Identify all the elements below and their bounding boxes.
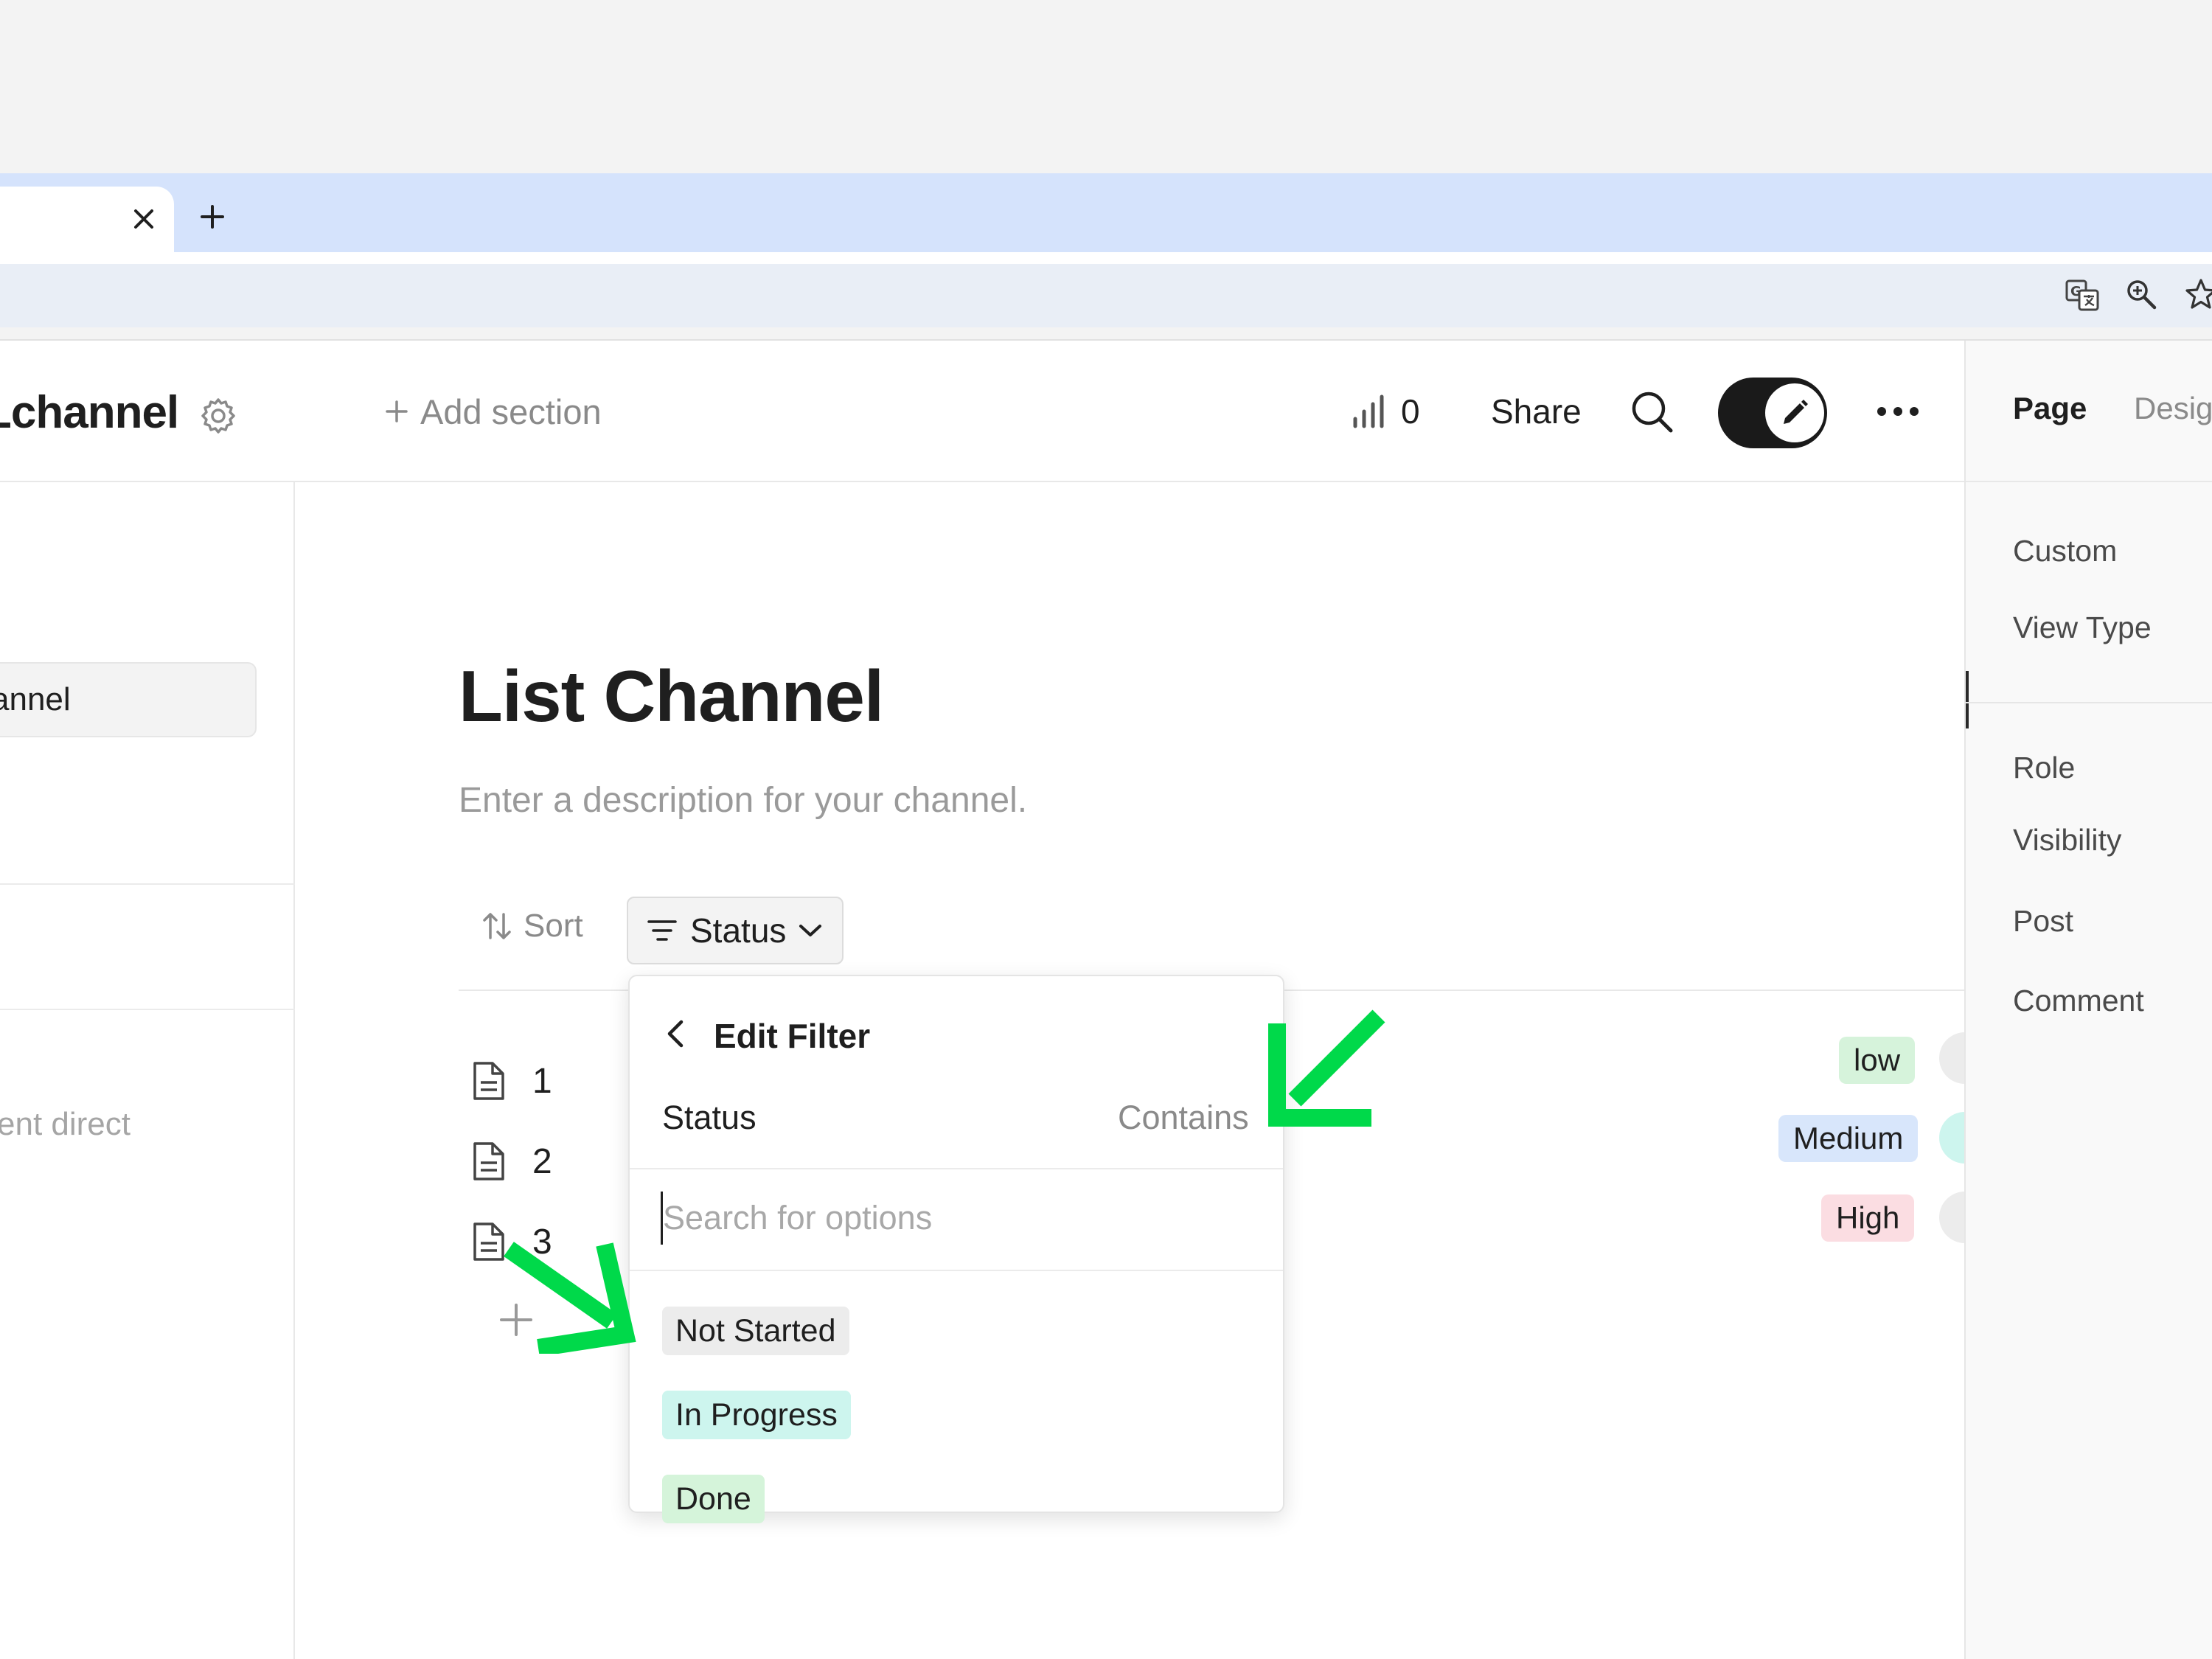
- status-badge-partial[interactable]: [1939, 1192, 1966, 1243]
- add-section-label: Add section: [420, 392, 602, 431]
- edit-filter-dropdown: Edit Filter Status Contains Not Started …: [628, 975, 1284, 1523]
- app-window: Lchannel Add section 0 Share annel cen: [0, 339, 2212, 1659]
- panel-resize-handle[interactable]: [1966, 671, 1969, 728]
- translate-icon[interactable]: G: [2065, 277, 2100, 313]
- priority-badge[interactable]: High: [1821, 1194, 1915, 1242]
- tab-page[interactable]: Page: [2013, 391, 2087, 426]
- priority-badge[interactable]: low: [1839, 1037, 1916, 1084]
- panel-divider: [1966, 702, 2212, 703]
- new-tab-icon[interactable]: [193, 198, 232, 236]
- sidebar-item-label: annel: [0, 681, 71, 717]
- document-icon: [473, 1062, 504, 1100]
- panel-item-view-type[interactable]: View Type: [2013, 611, 2152, 645]
- annotation-arrow-icon: [1268, 1009, 1386, 1127]
- bookmark-star-icon[interactable]: [2184, 277, 2212, 311]
- zoom-icon[interactable]: [2125, 278, 2157, 310]
- sidebar-divider: [0, 883, 295, 885]
- row-title: 2: [532, 1141, 552, 1181]
- dropdown-divider: [630, 1270, 1283, 1271]
- edit-toggle-knob: [1765, 383, 1824, 442]
- list-row[interactable]: 1: [470, 1057, 552, 1105]
- page-title[interactable]: List Channel: [459, 655, 884, 738]
- search-icon[interactable]: [1630, 389, 1675, 435]
- filter-operator-select[interactable]: Contains: [1118, 1099, 1249, 1137]
- status-filter-label: Status: [690, 911, 787, 950]
- close-tab-icon[interactable]: [125, 201, 162, 237]
- edit-mode-toggle[interactable]: [1718, 378, 1827, 448]
- list-row[interactable]: 2: [470, 1138, 552, 1185]
- sidebar-divider: [0, 1009, 295, 1010]
- tab-design[interactable]: Design: [2134, 391, 2212, 426]
- share-button[interactable]: Share: [1491, 389, 1582, 434]
- priority-badge[interactable]: Medium: [1778, 1115, 1919, 1162]
- sidebar-item-list-channel[interactable]: annel: [0, 662, 257, 737]
- option-search-input[interactable]: [661, 1192, 1251, 1245]
- address-bar[interactable]: [0, 264, 2212, 327]
- panel-item-comment[interactable]: Comment: [2013, 984, 2144, 1018]
- workspace-name[interactable]: Lchannel: [0, 386, 179, 439]
- left-sidebar: annel cent direct: [0, 482, 295, 1659]
- bar-chart-icon: [1353, 394, 1384, 428]
- panel-item-visibility[interactable]: Visibility: [2013, 823, 2121, 858]
- more-options-icon[interactable]: [1871, 397, 1924, 426]
- status-badge-partial[interactable]: [1939, 1032, 1966, 1084]
- sidebar-recent-direct: cent direct: [0, 1106, 131, 1142]
- panel-tabs: Page Design: [1966, 341, 2212, 482]
- plus-icon: [386, 400, 408, 422]
- document-icon: [473, 1142, 504, 1180]
- option-done[interactable]: Done: [662, 1475, 765, 1523]
- page-stats-button[interactable]: 0: [1351, 389, 1420, 434]
- sort-button[interactable]: Sort: [481, 904, 583, 948]
- chevron-down-icon: [799, 925, 822, 936]
- page-description[interactable]: Enter a description for your channel.: [459, 780, 1027, 821]
- row-title: 1: [532, 1061, 552, 1101]
- pencil-icon: [1784, 400, 1808, 424]
- option-in-progress[interactable]: In Progress: [662, 1391, 851, 1439]
- app-topbar: Lchannel Add section 0 Share: [0, 341, 1964, 482]
- right-settings-panel: Page Design Custom View Type Role Visibi…: [1964, 341, 2212, 1659]
- panel-item-post[interactable]: Post: [2013, 904, 2073, 939]
- status-filter-button[interactable]: Status: [627, 897, 844, 964]
- filter-field-label: Status: [662, 1099, 757, 1136]
- add-section-button[interactable]: Add section: [383, 389, 602, 434]
- share-label: Share: [1491, 392, 1582, 431]
- dropdown-title: Edit Filter: [714, 1017, 871, 1055]
- panel-item-custom[interactable]: Custom: [2013, 534, 2117, 568]
- browser-tab-strip: [0, 173, 2212, 252]
- back-chevron-icon[interactable]: [661, 1018, 693, 1050]
- sort-arrows-icon: [483, 913, 511, 939]
- filter-icon: [647, 920, 677, 941]
- panel-item-role[interactable]: Role: [2013, 751, 2075, 785]
- option-not-started[interactable]: Not Started: [662, 1307, 849, 1355]
- sort-label: Sort: [524, 908, 583, 944]
- dropdown-divider: [630, 1168, 1283, 1169]
- status-badge-partial[interactable]: [1939, 1112, 1966, 1164]
- annotation-arrow-icon: [501, 1236, 641, 1354]
- stats-count: 0: [1401, 392, 1420, 431]
- settings-gear-icon[interactable]: [198, 395, 239, 437]
